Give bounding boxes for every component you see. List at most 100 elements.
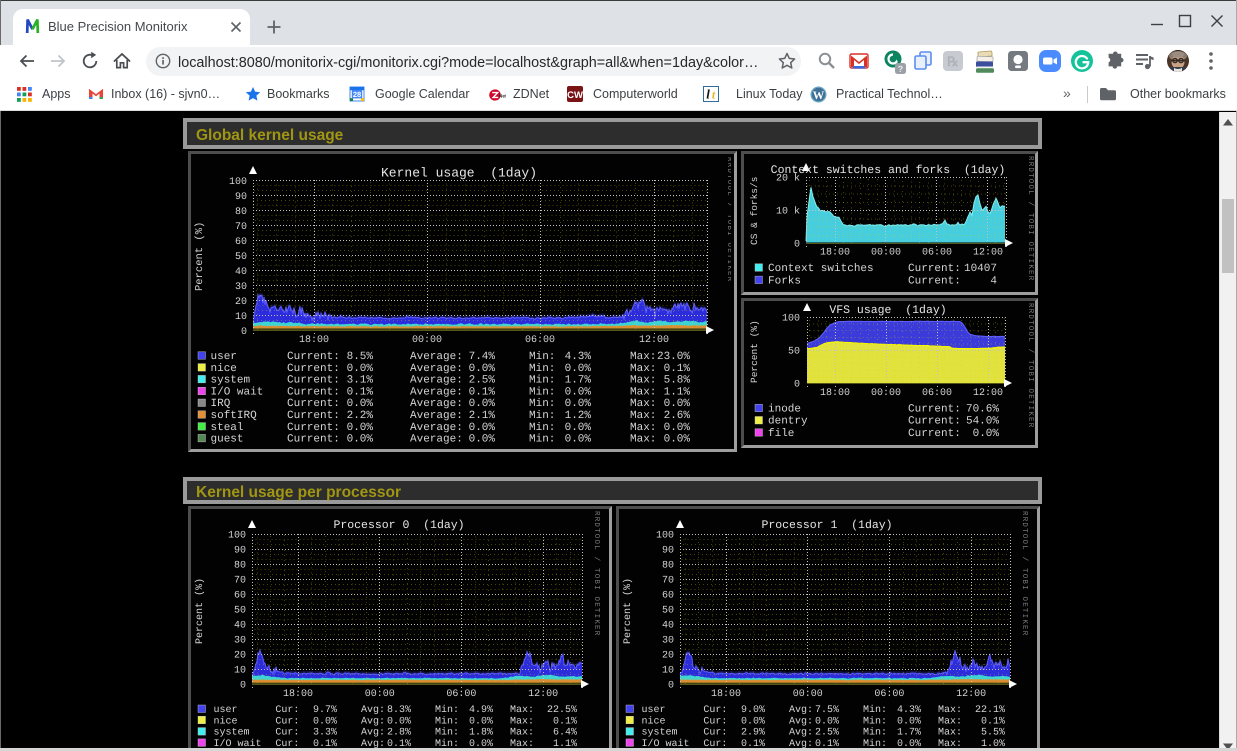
svg-text:user: user — [642, 705, 666, 716]
svg-text:Current:: Current: — [287, 410, 340, 422]
svg-text:0.0%: 0.0% — [973, 428, 1000, 440]
svg-text:00:00: 00:00 — [793, 689, 823, 700]
svg-text:06:00: 06:00 — [922, 248, 952, 259]
svg-text:Max:: Max: — [510, 728, 534, 739]
svg-text:100: 100 — [782, 314, 800, 325]
svg-text:50: 50 — [788, 347, 800, 358]
svg-text:Max:: Max: — [938, 716, 962, 727]
svg-text:system: system — [642, 728, 678, 739]
svg-text:40: 40 — [235, 267, 247, 278]
svg-text:00:00: 00:00 — [365, 689, 395, 700]
svg-text:18:00: 18:00 — [711, 689, 741, 700]
svg-text:Current:: Current: — [287, 434, 340, 446]
svg-text:Cur:: Cur: — [703, 728, 727, 739]
svg-text:70: 70 — [235, 222, 247, 233]
svg-text:Context switches and forks (1: Context switches and forks (1day) — [771, 164, 1006, 177]
svg-text:Max:: Max: — [630, 422, 656, 434]
svg-text:22.1%: 22.1% — [975, 705, 1005, 716]
svg-text:RRDTOOL / TOBI OETIKER: RRDTOOL / TOBI OETIKER — [725, 157, 731, 282]
svg-text:0.1%: 0.1% — [347, 386, 374, 398]
svg-text:Min:: Min: — [529, 434, 555, 446]
svg-text:Current:: Current: — [908, 404, 961, 416]
svg-text:Current:: Current: — [908, 428, 961, 440]
svg-text:Current:: Current: — [287, 386, 340, 398]
svg-text:Min:: Min: — [863, 715, 887, 727]
svg-text:Avg:: Avg: — [361, 716, 385, 727]
svg-text:l: l — [706, 87, 710, 102]
svg-text:Cur:: Cur: — [703, 716, 727, 727]
svg-text:5.5%: 5.5% — [981, 728, 1005, 739]
svg-text:00:00: 00:00 — [871, 388, 901, 399]
svg-text:Cur:: Cur: — [275, 728, 299, 739]
svg-text:0.0%: 0.0% — [741, 716, 765, 727]
svg-text:0.0%: 0.0% — [664, 422, 691, 434]
svg-text:0.0%: 0.0% — [565, 434, 592, 446]
svg-text:7.5%: 7.5% — [815, 705, 839, 716]
svg-text:50: 50 — [235, 252, 247, 263]
svg-text:1.7%: 1.7% — [897, 728, 921, 739]
svg-text:VFS usage (1day): VFS usage (1day) — [829, 304, 946, 317]
svg-text:Percent (%): Percent (%) — [194, 578, 206, 644]
svg-text:5.8%: 5.8% — [664, 375, 691, 387]
svg-text:2.9%: 2.9% — [741, 728, 765, 739]
svg-text:CS & forks/s: CS & forks/s — [749, 177, 760, 245]
svg-text:0.0%: 0.0% — [313, 716, 337, 727]
svg-text:18:00: 18:00 — [283, 689, 313, 700]
svg-text:Processor 1 (1day): Processor 1 (1day) — [761, 519, 892, 532]
svg-text:inode: inode — [768, 404, 801, 416]
svg-text:0: 0 — [241, 327, 247, 338]
svg-text:Avg:: Avg: — [789, 716, 813, 727]
svg-text:0.1%: 0.1% — [664, 363, 691, 375]
svg-text:Average:: Average: — [410, 351, 463, 363]
svg-text:2.8%: 2.8% — [387, 728, 411, 739]
svg-text:2.5%: 2.5% — [815, 728, 839, 739]
svg-text:Avg:: Avg: — [361, 705, 385, 716]
svg-text:dentry: dentry — [768, 416, 808, 428]
svg-text:0: 0 — [794, 240, 800, 251]
svg-text:2.5%: 2.5% — [469, 375, 496, 387]
svg-text:Max:: Max: — [630, 410, 656, 422]
svg-text:4.3%: 4.3% — [897, 705, 921, 716]
svg-text:Cur:: Cur: — [275, 716, 299, 727]
svg-text:9.7%: 9.7% — [313, 705, 337, 716]
svg-text:RRDTOOL / TOBI OETIKER: RRDTOOL / TOBI OETIKER — [1020, 511, 1029, 636]
svg-text:10407: 10407 — [964, 263, 997, 275]
svg-text:Current:: Current: — [908, 416, 961, 428]
svg-text:Avg:: Avg: — [789, 728, 813, 739]
svg-text:Current:: Current: — [287, 398, 340, 410]
svg-text:Min:: Min: — [529, 363, 555, 375]
svg-text:0.0%: 0.0% — [897, 716, 921, 727]
svg-text:0.0%: 0.0% — [469, 716, 493, 727]
svg-text:0.0%: 0.0% — [815, 716, 839, 727]
svg-text:0: 0 — [794, 380, 800, 391]
svg-text:80: 80 — [235, 207, 247, 218]
svg-text:Min:: Min: — [863, 704, 887, 716]
svg-text:18:00: 18:00 — [299, 335, 329, 346]
svg-text:Avg:: Avg: — [789, 705, 813, 716]
svg-text:Net: Net — [499, 94, 506, 100]
svg-text:Current:: Current: — [287, 363, 340, 375]
svg-text:20: 20 — [235, 297, 247, 308]
svg-text:12:00: 12:00 — [956, 689, 986, 700]
svg-text:Min:: Min: — [529, 422, 555, 434]
svg-text:60: 60 — [235, 237, 247, 248]
svg-text:Kernel usage (1day): Kernel usage (1day) — [381, 166, 537, 181]
svg-text:00:00: 00:00 — [412, 335, 442, 346]
svg-text:0.0%: 0.0% — [565, 422, 592, 434]
svg-text:80: 80 — [662, 561, 674, 572]
svg-text:I/O wait: I/O wait — [211, 386, 264, 398]
svg-text:Current:: Current: — [908, 275, 961, 287]
svg-text:Max:: Max: — [630, 375, 656, 387]
svg-text:Min:: Min: — [435, 715, 459, 727]
svg-text:0.0%: 0.0% — [469, 398, 496, 410]
svg-text:00:00: 00:00 — [871, 248, 901, 259]
svg-text:Average:: Average: — [410, 386, 463, 398]
svg-text:Current:: Current: — [287, 422, 340, 434]
svg-text:90: 90 — [235, 192, 247, 203]
svg-text:18:00: 18:00 — [820, 248, 850, 259]
svg-text:system: system — [214, 728, 250, 739]
svg-text:Max:: Max: — [630, 398, 656, 410]
svg-text:06:00: 06:00 — [922, 388, 952, 399]
svg-text:Percent (%): Percent (%) — [194, 222, 206, 291]
svg-text:10: 10 — [234, 666, 246, 677]
